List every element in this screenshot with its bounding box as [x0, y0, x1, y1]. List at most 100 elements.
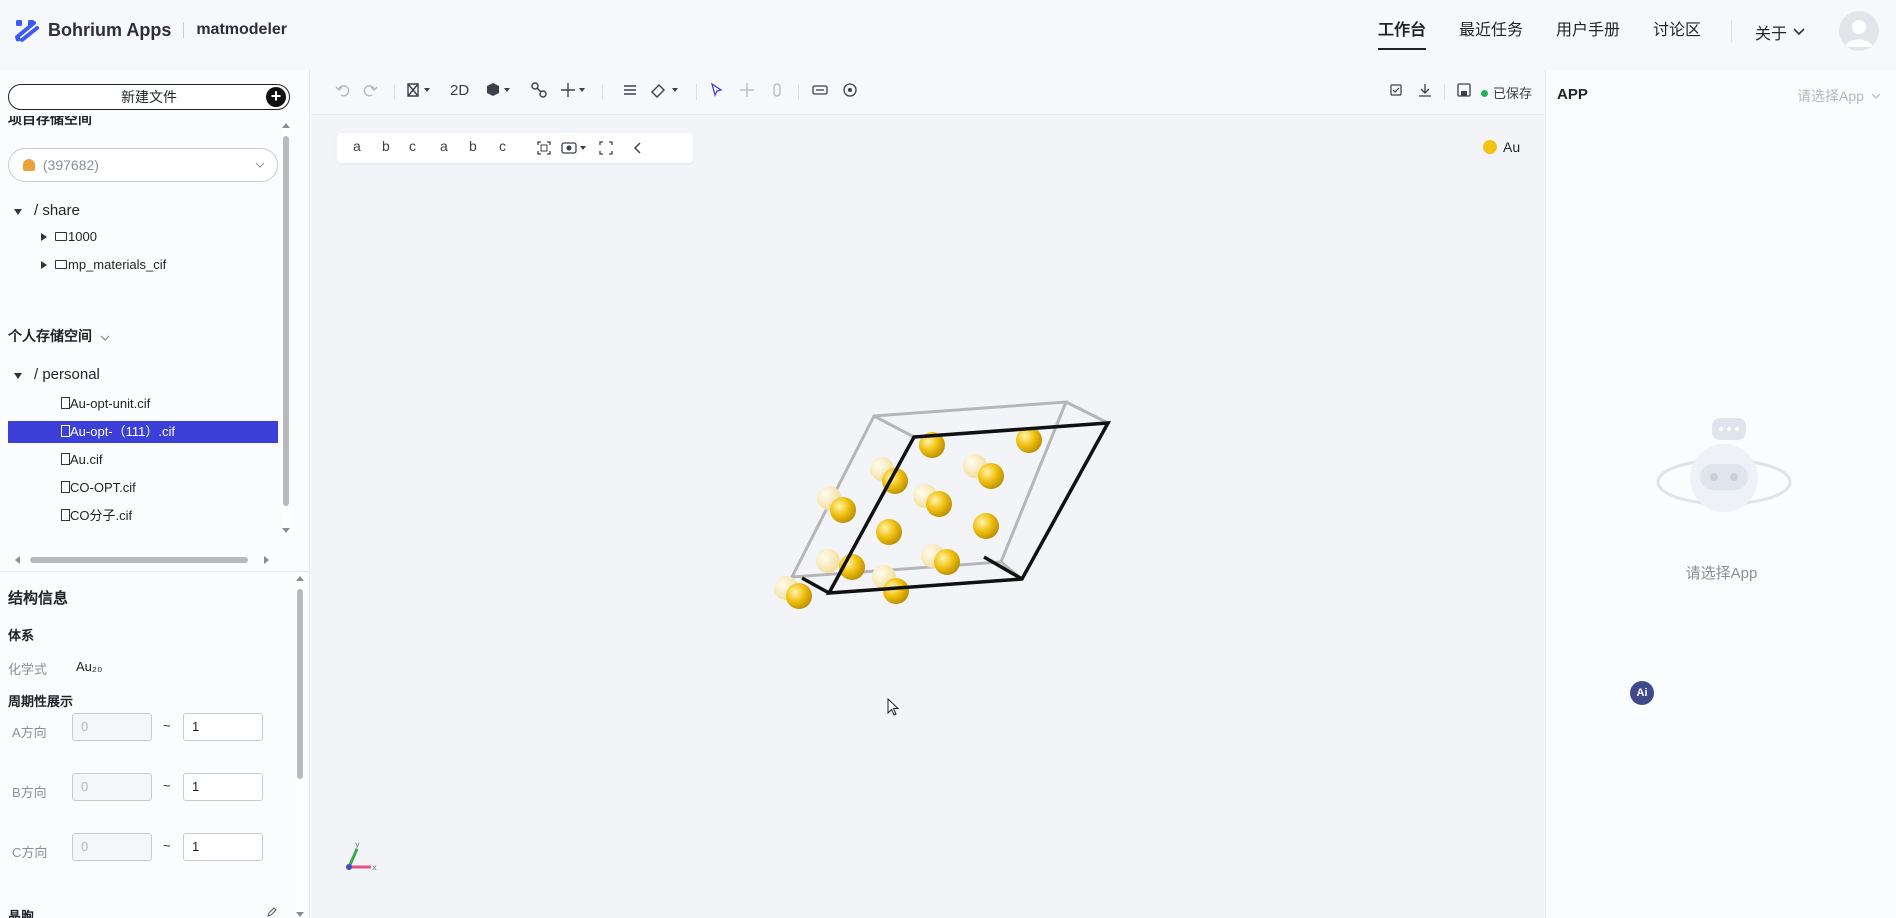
axis-b-from-input[interactable]: 0 — [72, 773, 152, 801]
plus-icon: + — [266, 87, 286, 107]
save-icon[interactable] — [1456, 82, 1472, 98]
tree-folder-mp-materials[interactable]: mp_materials_cif — [8, 254, 278, 276]
axis-a-to-input[interactable]: 1 — [183, 713, 263, 741]
system-label: 体系 — [8, 628, 35, 643]
divider — [1731, 20, 1732, 42]
caret-right-icon — [41, 261, 47, 269]
au-atom — [934, 549, 960, 575]
measure-icon[interactable] — [650, 82, 682, 98]
tree-horizontal-scrollbar[interactable] — [14, 556, 270, 564]
axis-a-from-input[interactable]: 0 — [72, 713, 152, 741]
personal-storage-title[interactable]: 个人存储空间 — [8, 326, 110, 346]
axis-b-to-input[interactable]: 1 — [183, 773, 263, 801]
au-atom — [876, 519, 902, 545]
tree-personal-root[interactable]: / personal — [8, 364, 278, 386]
scroll-up-icon — [296, 576, 304, 581]
move-axes-icon[interactable] — [561, 82, 589, 98]
scroll-thumb[interactable] — [283, 136, 289, 506]
target-icon[interactable] — [842, 82, 858, 98]
saved-status-dot — [1481, 90, 1488, 97]
axis-c-to-input[interactable]: 1 — [183, 833, 263, 861]
axis-gizmo: y x — [346, 840, 377, 872]
keyboard-icon[interactable] — [812, 82, 828, 98]
redo-icon[interactable] — [362, 82, 378, 98]
scroll-thumb[interactable] — [30, 557, 248, 563]
axis-b-label: B方向 — [12, 785, 47, 800]
scroll-thumb[interactable] — [297, 589, 303, 779]
logo[interactable]: Bohrium Apps matmodeler — [14, 17, 287, 43]
tree-label: CO-OPT.cif — [70, 480, 136, 495]
tree-label: Au.cif — [70, 452, 103, 467]
tree-folder-1000[interactable]: 1000 — [8, 226, 278, 248]
folder-icon — [55, 232, 67, 241]
project-select[interactable]: (397682) — [8, 148, 278, 182]
au-atom-back — [816, 549, 840, 573]
structure-vertical-scrollbar[interactable] — [296, 575, 304, 918]
tree-label: Au-opt-unit.cif — [70, 396, 151, 411]
folder-icon — [55, 260, 67, 269]
user-icon — [1845, 20, 1873, 47]
crystal-structure[interactable] — [311, 115, 1544, 918]
mode-2d-button[interactable]: 2D — [450, 82, 469, 99]
app-name: matmodeler — [196, 21, 288, 38]
select-app-dropdown[interactable]: 请选择App — [1797, 86, 1881, 106]
tilde: ~ — [163, 778, 171, 793]
user-badge-icon — [23, 159, 35, 171]
undo-icon[interactable] — [335, 82, 351, 98]
chevron-down-icon — [100, 335, 110, 341]
nav-user-manual[interactable]: 用户手册 — [1556, 0, 1620, 60]
lattice-icon[interactable] — [406, 82, 434, 98]
project-storage-label: 项目存储空间 — [8, 116, 92, 127]
axis-y-label: y — [355, 840, 360, 849]
tree-label: mp_materials_cif — [68, 257, 167, 272]
check-doc-icon[interactable] — [1388, 82, 1404, 98]
bohrium-logo-icon — [15, 20, 39, 42]
avatar[interactable] — [1839, 11, 1879, 51]
edit-icon[interactable] — [266, 906, 278, 918]
select-cursor-icon[interactable] — [709, 82, 725, 98]
cube-icon[interactable] — [486, 82, 514, 98]
tilde: ~ — [163, 718, 171, 733]
tree-share-root[interactable]: / share — [8, 200, 278, 222]
project-storage-title[interactable]: 项目存储空间 — [8, 116, 92, 128]
axis-c-from-input[interactable]: 0 — [72, 833, 152, 861]
saved-status: 已保存 — [1493, 86, 1533, 101]
left-sidebar: 新建文件 + 项目存储空间 (397682) / share 1000 mp_m… — [0, 70, 310, 918]
file-icon — [61, 453, 70, 465]
tree-label: / share — [34, 202, 80, 219]
tree-vertical-scrollbar[interactable] — [282, 122, 290, 534]
axis-c-label: C方向 — [12, 845, 48, 860]
formula-value: Au₂₀ — [76, 659, 103, 674]
tree-file[interactable]: CO-OPT.cif — [8, 477, 278, 499]
nav-recent-tasks[interactable]: 最近任务 — [1459, 0, 1523, 60]
new-file-label: 新建文件 — [121, 89, 177, 105]
empty-state-robot-icon — [1656, 418, 1792, 512]
tree-file[interactable]: Au.cif — [8, 449, 278, 471]
align-icon[interactable] — [622, 82, 638, 98]
file-icon — [61, 397, 70, 409]
bond-icon[interactable] — [531, 82, 547, 98]
cell-edge-link — [873, 400, 1109, 581]
axis-x-label: x — [372, 863, 377, 872]
au-atom — [883, 578, 909, 604]
brand-name: Bohrium Apps — [48, 19, 172, 40]
tree-file-selected[interactable]: Au-opt-（111）.cif — [8, 421, 278, 443]
divider — [602, 84, 603, 100]
divider — [394, 84, 395, 100]
new-file-button[interactable]: 新建文件 + — [8, 84, 290, 110]
nav-workbench[interactable]: 工作台 — [1378, 0, 1427, 60]
rotate-icon[interactable] — [769, 82, 785, 98]
file-icon — [61, 425, 70, 437]
au-atom — [926, 491, 952, 517]
translate-icon[interactable] — [739, 82, 755, 98]
about-menu[interactable]: 关于 — [1755, 20, 1805, 44]
tree-file[interactable]: Au-opt-unit.cif — [8, 393, 278, 415]
nav-discussion[interactable]: 讨论区 — [1653, 0, 1701, 60]
divider — [798, 84, 799, 100]
formula-label: 化学式 — [8, 662, 48, 677]
download-icon[interactable] — [1417, 82, 1433, 98]
periodic-label: 周期性展示 — [8, 694, 74, 709]
structure-viewer-canvas[interactable]: a b c a b c Au y x — [311, 115, 1544, 918]
ai-assistant-button[interactable]: Ai — [1630, 681, 1654, 705]
tree-file[interactable]: CO分子.cif — [8, 505, 278, 527]
